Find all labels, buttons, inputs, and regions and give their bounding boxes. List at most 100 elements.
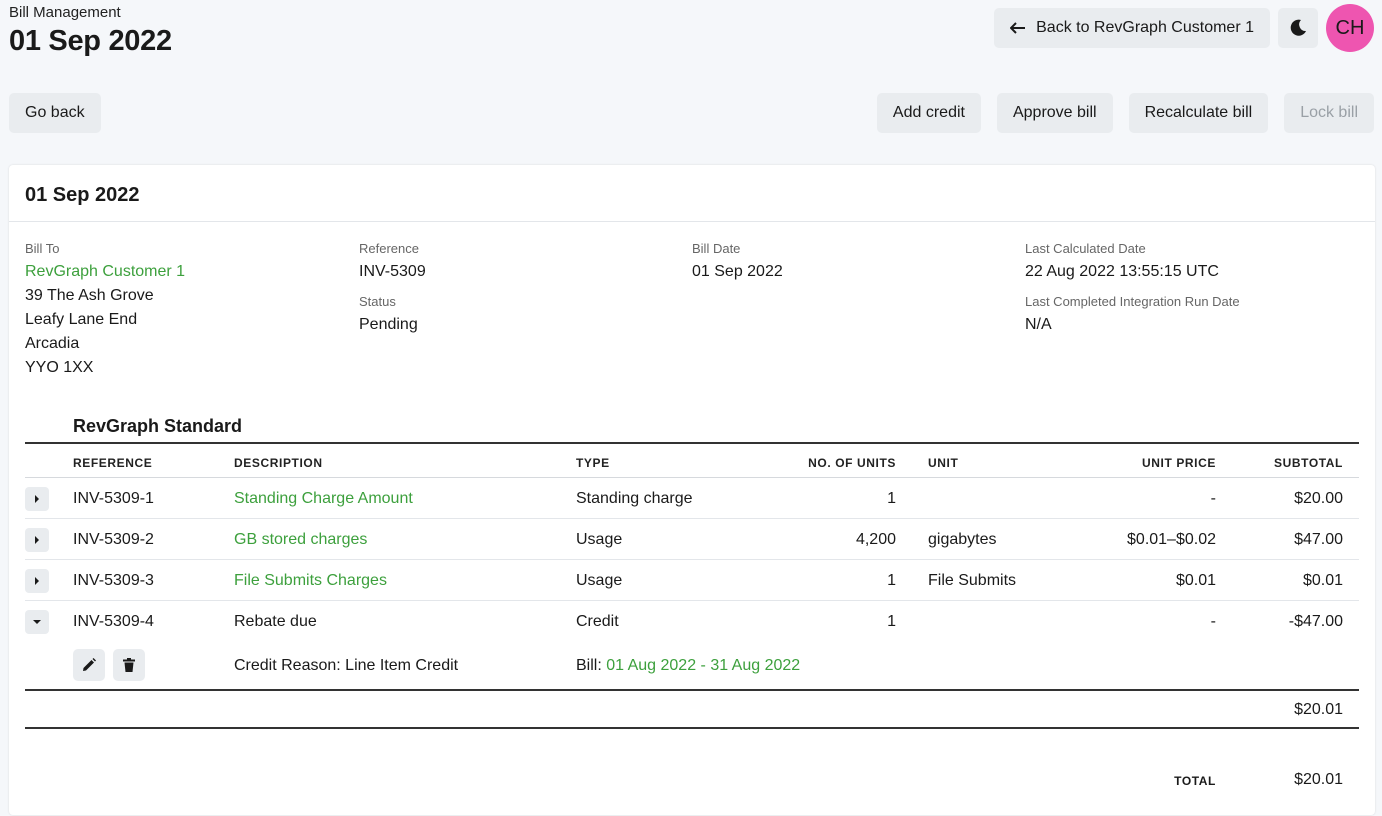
bill-date-section: Bill Date 01 Sep 2022 (692, 241, 783, 284)
row-type: Usage (576, 572, 623, 589)
last-calculated-label: Last Calculated Date (1025, 241, 1146, 256)
row-description: Rebate due (234, 613, 317, 630)
table-row: INV-5309-4 Rebate due Credit 1 - -$47.00 (25, 601, 1359, 642)
row-unit: File Submits (928, 572, 1017, 589)
total-label: TOTAL (1174, 774, 1216, 788)
last-calculated-value: 22 Aug 2022 13:55:15 UTC (1025, 263, 1219, 280)
row-description-link[interactable]: File Submits Charges (234, 571, 387, 591)
row-unit-price: $0.01–$0.02 (1127, 531, 1216, 548)
row-subtotal: $20.00 (1294, 490, 1343, 507)
table-row: INV-5309-1 Standing Charge Amount Standi… (25, 478, 1359, 519)
bill-to-section: Bill To RevGraph Customer 1 39 The Ash G… (25, 241, 185, 380)
section-subtotal: $20.01 (1294, 701, 1343, 718)
address-line-2: Leafy Lane End (25, 311, 138, 328)
bill-actions-right: Add credit Approve bill Recalculate bill… (876, 93, 1374, 133)
address-line-1: 39 The Ash Grove (25, 287, 154, 304)
credit-bill-link[interactable]: 01 Aug 2022 - 31 Aug 2022 (606, 657, 800, 674)
reference-section: Reference INV-5309 Status Pending (359, 241, 426, 337)
row-reference: INV-5309-2 (73, 531, 154, 548)
col-units: NO. OF UNITS (808, 456, 896, 470)
line-items-table: REFERENCE DESCRIPTION TYPE NO. OF UNITS … (25, 442, 1359, 729)
last-integration-value: N/A (1025, 316, 1052, 333)
col-description: DESCRIPTION (234, 456, 323, 470)
row-units: 1 (887, 613, 896, 630)
bill-actions-bar: Go back Add credit Approve bill Recalcul… (9, 93, 1374, 133)
row-type: Credit (576, 613, 619, 630)
credit-bill-prefix: Bill: (576, 657, 602, 674)
col-reference: REFERENCE (73, 456, 153, 470)
row-subtotal: -$47.00 (1288, 613, 1343, 630)
credit-bill-reference: Bill: 01 Aug 2022 - 31 Aug 2022 (576, 656, 800, 676)
table-header: REFERENCE DESCRIPTION TYPE NO. OF UNITS … (25, 444, 1359, 478)
table-row: INV-5309-3 File Submits Charges Usage 1 … (25, 560, 1359, 601)
lock-bill-button: Lock bill (1284, 93, 1374, 133)
reference-label: Reference (359, 241, 419, 256)
address-line-4: YYO 1XX (25, 359, 94, 376)
arrow-left-icon (1010, 22, 1026, 34)
chevron-right-icon (35, 577, 39, 585)
last-integration-label: Last Completed Integration Run Date (1025, 294, 1240, 309)
dark-mode-toggle[interactable] (1278, 8, 1318, 48)
top-right-actions: Back to RevGraph Customer 1 CH (994, 4, 1374, 52)
row-reference: INV-5309-3 (73, 572, 154, 589)
address-line-3: Arcadia (25, 335, 80, 352)
back-button-label: Back to RevGraph Customer 1 (1036, 19, 1254, 36)
row-type: Usage (576, 531, 623, 548)
row-type: Standing charge (576, 490, 693, 507)
row-subtotal: $47.00 (1294, 531, 1343, 548)
col-type: TYPE (576, 456, 610, 470)
collapse-row-toggle[interactable] (25, 610, 49, 634)
row-unit-price: - (1210, 613, 1216, 630)
bill-card: 01 Sep 2022 Bill To RevGraph Customer 1 … (9, 165, 1375, 815)
col-subtotal: SUBTOTAL (1273, 456, 1343, 470)
moon-icon (1290, 19, 1306, 36)
recalculate-bill-button[interactable]: Recalculate bill (1128, 93, 1269, 133)
delete-credit-button[interactable] (113, 649, 145, 681)
pencil-icon (83, 658, 96, 671)
row-units: 4,200 (855, 531, 896, 548)
chevron-right-icon (35, 536, 39, 544)
approve-bill-button[interactable]: Approve bill (996, 93, 1113, 133)
card-title: 01 Sep 2022 (9, 165, 1375, 222)
row-description-link[interactable]: GB stored charges (234, 530, 367, 550)
bill-date-value: 01 Sep 2022 (692, 263, 783, 280)
reference-value: INV-5309 (359, 263, 426, 280)
row-unit-price: $0.01 (1175, 572, 1216, 589)
row-units: 1 (887, 490, 896, 507)
status-value: Pending (359, 316, 418, 333)
edit-credit-button[interactable] (73, 649, 105, 681)
col-unit-price: UNIT PRICE (1141, 456, 1216, 470)
status-label: Status (359, 294, 396, 309)
calculation-section: Last Calculated Date 22 Aug 2022 13:55:1… (1025, 241, 1240, 337)
customer-link[interactable]: RevGraph Customer 1 (25, 260, 185, 284)
total-row: TOTAL $20.01 (25, 771, 1359, 791)
col-unit: UNIT (928, 456, 959, 470)
row-unit-price: - (1210, 490, 1216, 507)
total-value: $20.01 (1294, 771, 1343, 788)
go-back-button[interactable]: Go back (9, 93, 101, 133)
section-subtotal-row: $20.01 (25, 691, 1359, 729)
add-credit-button[interactable]: Add credit (876, 93, 981, 133)
expand-row-toggle[interactable] (25, 569, 49, 593)
page-header: Bill Management 01 Sep 2022 (9, 4, 172, 58)
row-subtotal: $0.01 (1302, 572, 1343, 589)
back-to-customer-button[interactable]: Back to RevGraph Customer 1 (994, 8, 1270, 48)
row-description-link[interactable]: Standing Charge Amount (234, 489, 413, 509)
row-reference: INV-5309-4 (73, 613, 154, 630)
trash-icon (123, 658, 135, 672)
page-title: 01 Sep 2022 (9, 25, 172, 57)
section-title: RevGraph Standard (73, 416, 243, 436)
chevron-down-icon (33, 620, 41, 624)
page-subtitle: Bill Management (9, 4, 121, 21)
row-unit: gigabytes (928, 531, 997, 548)
row-reference: INV-5309-1 (73, 490, 154, 507)
expand-row-toggle[interactable] (25, 487, 49, 511)
bill-to-label: Bill To (25, 241, 60, 256)
credit-detail-row: Credit Reason: Line Item Credit Bill: 01… (25, 642, 1359, 689)
table-row: INV-5309-2 GB stored charges Usage 4,200… (25, 519, 1359, 560)
row-units: 1 (887, 572, 896, 589)
credit-reason: Credit Reason: Line Item Credit (234, 657, 459, 674)
user-avatar[interactable]: CH (1326, 4, 1374, 52)
chevron-right-icon (35, 495, 39, 503)
expand-row-toggle[interactable] (25, 528, 49, 552)
